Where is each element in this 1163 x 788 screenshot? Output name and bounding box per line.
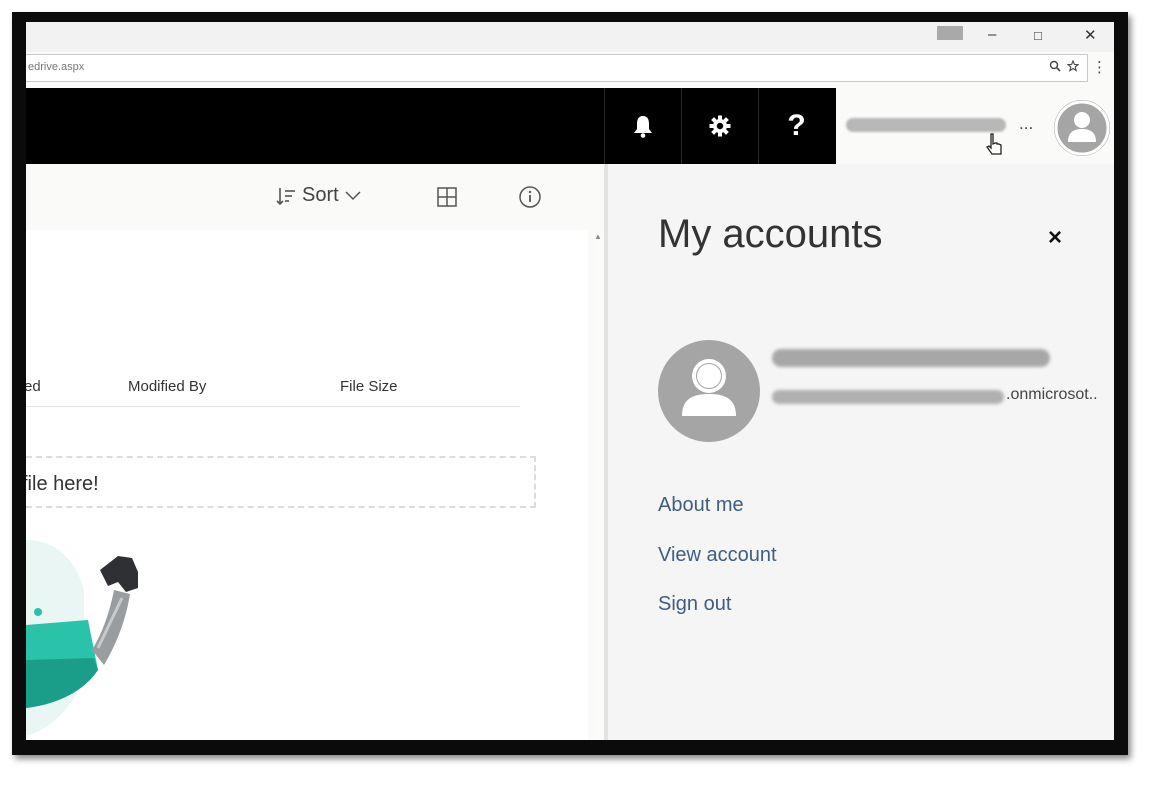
kebab-menu-icon[interactable]: ⋮ <box>1092 58 1107 76</box>
grid-view-icon[interactable] <box>436 186 458 208</box>
window-titlebar: – □ ✕ <box>26 22 1114 52</box>
close-panel-button[interactable]: × <box>1048 224 1062 252</box>
gear-icon <box>709 115 730 137</box>
help-icon: ? <box>787 109 806 142</box>
scroll-up-icon[interactable]: ▲ <box>594 232 602 241</box>
panel-title: My accounts <box>658 212 883 256</box>
minimize-button[interactable]: – <box>988 26 996 43</box>
drop-zone[interactable]: file here! <box>26 456 536 508</box>
account-avatar <box>658 340 760 442</box>
bookmark-star-icon[interactable] <box>1066 59 1080 72</box>
about-me-link[interactable]: About me <box>658 494 744 517</box>
hand-cursor-icon <box>986 133 1002 155</box>
restore-button[interactable]: □ <box>1034 28 1042 43</box>
view-account-link[interactable]: View account <box>658 544 777 567</box>
bell-icon <box>633 116 652 138</box>
address-bar[interactable]: edrive.aspx <box>26 54 1088 82</box>
close-window-button[interactable]: ✕ <box>1084 26 1097 44</box>
suite-bar: ? <box>26 88 836 164</box>
person-icon <box>1054 100 1110 156</box>
sort-icon <box>276 187 295 205</box>
account-name-redacted <box>772 349 1050 367</box>
notifications-button[interactable] <box>604 88 680 164</box>
chevron-down-icon <box>345 190 361 200</box>
user-badge-icon[interactable] <box>937 26 963 40</box>
drop-zone-text: file here! <box>26 473 99 495</box>
vertical-scrollbar[interactable] <box>594 230 602 740</box>
help-button[interactable]: ? <box>758 88 834 164</box>
account-avatar-button[interactable] <box>1054 100 1110 156</box>
sign-out-link[interactable]: Sign out <box>658 593 731 616</box>
person-icon <box>682 359 736 416</box>
user-name-redacted[interactable] <box>846 118 1006 132</box>
info-icon[interactable] <box>518 185 542 209</box>
column-header-modified-by[interactable]: Modified By <box>128 378 206 395</box>
url-text[interactable]: edrive.aspx <box>28 61 84 73</box>
settings-button[interactable] <box>681 88 757 164</box>
file-list-area: ed Modified By File Size file here! <box>26 230 588 740</box>
column-header-modified[interactable]: ed <box>26 378 41 395</box>
account-email-redacted <box>772 390 1004 404</box>
header-divider <box>26 406 520 407</box>
sort-button[interactable]: Sort <box>276 184 361 207</box>
account-email-suffix: .onmicrosot.. <box>1006 386 1098 403</box>
more-ellipsis[interactable]: ... <box>1019 114 1033 134</box>
address-bar-icons <box>1049 59 1080 75</box>
browser-window: – □ ✕ edrive.aspx ⋮ ? ... Sort ed Modifi… <box>26 22 1114 740</box>
robot-illustration <box>26 540 138 735</box>
column-header-file-size[interactable]: File Size <box>340 378 398 395</box>
sort-label: Sort <box>302 184 339 206</box>
my-accounts-panel: My accounts × .onmicrosot.. About me Vie… <box>604 164 1114 740</box>
zoom-icon[interactable] <box>1049 60 1061 72</box>
